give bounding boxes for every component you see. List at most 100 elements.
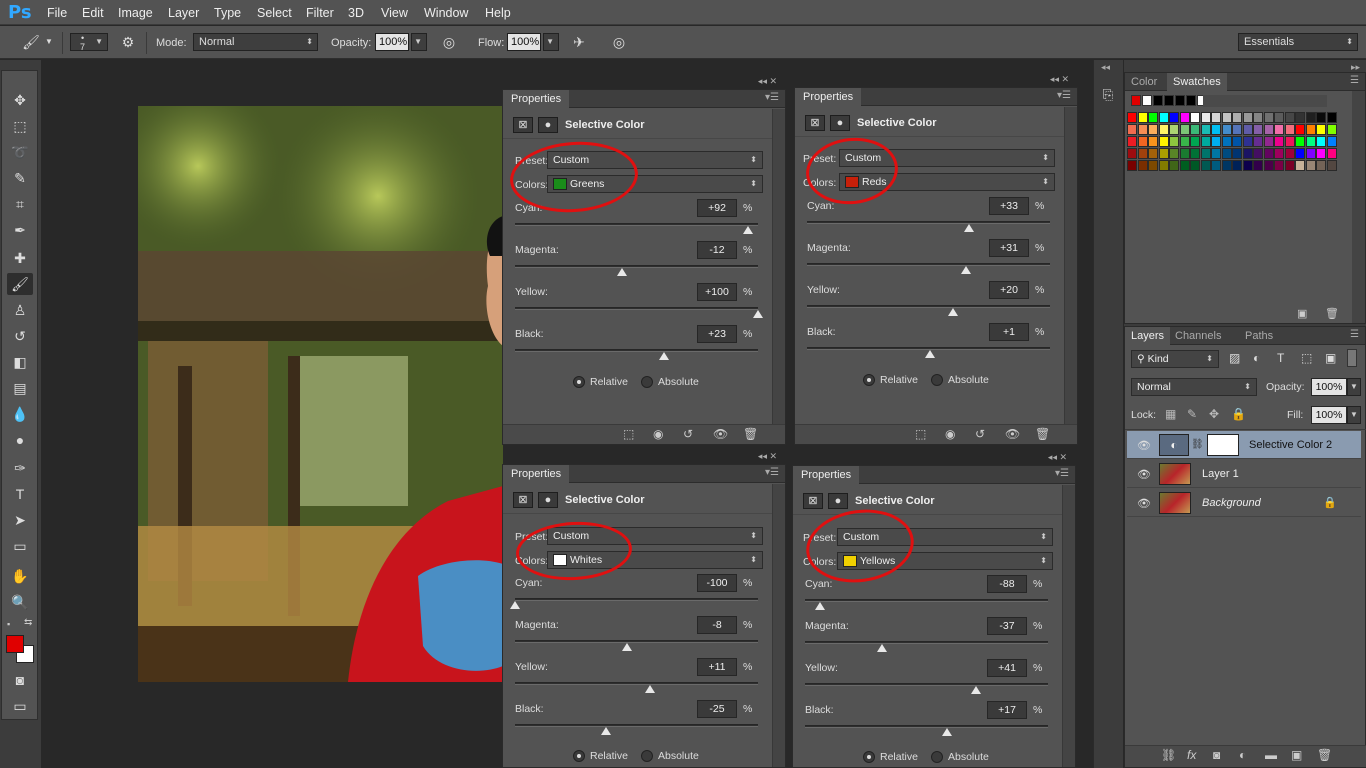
opacity-input[interactable]: 100% <box>375 33 409 51</box>
filter-pixel-icon[interactable]: ▨ <box>1229 351 1240 365</box>
swatch[interactable] <box>1274 124 1284 135</box>
swatch[interactable] <box>1326 160 1337 171</box>
swatch[interactable] <box>1127 112 1137 123</box>
slider-thumb[interactable] <box>616 268 627 276</box>
tab-paths[interactable]: Paths <box>1239 327 1279 345</box>
swatch[interactable] <box>1179 148 1190 159</box>
swatch[interactable] <box>1242 148 1253 159</box>
slider-track[interactable] <box>807 305 1050 308</box>
swatch[interactable] <box>1190 148 1200 159</box>
swatch[interactable] <box>1148 112 1158 123</box>
swatch[interactable] <box>1284 148 1295 159</box>
swatch[interactable] <box>1190 136 1200 147</box>
slider-value-input[interactable]: +31 <box>989 239 1029 257</box>
slider-value-input[interactable]: +11 <box>697 658 737 676</box>
tab-color[interactable]: Color <box>1125 73 1163 91</box>
swatch[interactable] <box>1137 112 1148 123</box>
slider-track[interactable] <box>515 598 758 601</box>
link-layers-icon[interactable]: ⛓ <box>1161 748 1176 762</box>
swatch[interactable] <box>1158 136 1169 147</box>
history-panel-icon[interactable]: ⎘ <box>1097 84 1119 106</box>
preset-select[interactable]: Custom ⬍ <box>837 528 1053 546</box>
swatch[interactable] <box>1179 160 1190 171</box>
slider-thumb[interactable] <box>510 601 520 609</box>
brush-tool-icon[interactable]: 🖌 <box>7 273 33 295</box>
swatch[interactable] <box>1305 136 1316 147</box>
swatch[interactable] <box>1169 148 1179 159</box>
slider-value-input[interactable]: -37 <box>987 617 1027 635</box>
swatch[interactable] <box>1295 124 1305 135</box>
slider-track[interactable] <box>807 263 1050 266</box>
new-group-icon[interactable]: ▬ <box>1265 748 1277 762</box>
slider-value-input[interactable]: -100 <box>697 574 737 592</box>
layer-mask-thumbnail[interactable] <box>1207 434 1239 456</box>
visibility-eye-icon[interactable]: 👁 <box>1137 497 1151 510</box>
swatch[interactable] <box>1263 160 1274 171</box>
fill-input[interactable]: 100% <box>1311 406 1347 424</box>
swatch[interactable] <box>1148 160 1158 171</box>
view-previous-icon[interactable]: ◉ <box>653 427 663 441</box>
swatch[interactable] <box>1179 124 1190 135</box>
document-photo[interactable] <box>138 106 503 682</box>
layer-row-layer-1[interactable]: 👁 Layer 1 <box>1127 460 1361 488</box>
filter-adjustment-icon[interactable]: ◐ <box>1253 351 1260 365</box>
colors-select[interactable]: Whites ⬍ <box>547 551 763 569</box>
visibility-icon[interactable]: 👁 <box>713 427 728 441</box>
slider-track[interactable] <box>515 265 758 268</box>
swatch[interactable] <box>1253 136 1263 147</box>
slider-track[interactable] <box>805 683 1048 686</box>
collapse-icon[interactable]: ◂◂ ✕ <box>1050 74 1069 85</box>
slider-track[interactable] <box>515 223 758 226</box>
relative-radio[interactable] <box>573 376 585 388</box>
mask-icon[interactable]: ● <box>828 493 848 509</box>
slider-track[interactable] <box>805 725 1048 728</box>
lock-pixels-icon[interactable]: ✎ <box>1187 407 1197 421</box>
delete-swatch-icon[interactable]: 🗑 <box>1325 307 1339 320</box>
flow-dropdown[interactable]: ▼ <box>543 33 559 51</box>
slider-value-input[interactable]: +92 <box>697 199 737 217</box>
slider-track[interactable] <box>515 682 758 685</box>
slider-thumb[interactable] <box>621 643 632 651</box>
lock-all-icon[interactable]: 🔒 <box>1231 407 1246 421</box>
layer-opacity-input[interactable]: 100% <box>1311 378 1347 396</box>
slider-value-input[interactable]: +20 <box>989 281 1029 299</box>
absolute-radio[interactable] <box>641 376 653 388</box>
swap-colors-icon[interactable]: ⇆ <box>24 617 32 628</box>
visibility-icon[interactable]: 👁 <box>1005 427 1020 441</box>
slider-track[interactable] <box>805 641 1048 644</box>
recent-swatch[interactable] <box>1175 95 1185 106</box>
slider-thumb[interactable] <box>644 685 655 693</box>
slider-value-input[interactable]: -88 <box>987 575 1027 593</box>
mask-icon[interactable]: ● <box>538 117 558 133</box>
swatch[interactable] <box>1316 148 1326 159</box>
slider-thumb[interactable] <box>601 727 612 735</box>
menu-select[interactable]: Select <box>257 6 292 20</box>
mask-icon[interactable]: ● <box>830 115 850 131</box>
swatch[interactable] <box>1148 148 1158 159</box>
pen-tool-icon[interactable]: ✑ <box>7 457 33 479</box>
zoom-tool-icon[interactable]: 🔍 <box>7 591 33 613</box>
mode-select[interactable]: Normal ⬍ <box>193 33 318 51</box>
slider-value-input[interactable]: +33 <box>989 197 1029 215</box>
healing-brush-tool-icon[interactable]: ✚ <box>7 247 33 269</box>
visibility-eye-icon[interactable]: 👁 <box>1137 468 1151 481</box>
preset-select[interactable]: Custom ⬍ <box>547 151 763 169</box>
swatch[interactable] <box>1169 160 1179 171</box>
swatch[interactable] <box>1242 112 1253 123</box>
hand-tool-icon[interactable]: ✋ <box>7 565 33 587</box>
new-layer-icon[interactable]: ▣ <box>1291 748 1302 762</box>
swatch[interactable] <box>1158 148 1169 159</box>
swatch[interactable] <box>1242 160 1253 171</box>
delete-layer-icon[interactable]: 🗑 <box>1317 748 1332 762</box>
gradient-tool-icon[interactable]: ▤ <box>7 377 33 399</box>
swatch[interactable] <box>1284 112 1295 123</box>
absolute-radio[interactable] <box>931 751 943 763</box>
menu-image[interactable]: Image <box>118 6 153 20</box>
slider-track[interactable] <box>805 599 1048 602</box>
slider-value-input[interactable]: +17 <box>987 701 1027 719</box>
swatch[interactable] <box>1158 160 1169 171</box>
swatch[interactable] <box>1274 112 1284 123</box>
swatch[interactable] <box>1253 124 1263 135</box>
tab-channels[interactable]: Channels <box>1169 327 1227 345</box>
swatch[interactable] <box>1137 124 1148 135</box>
